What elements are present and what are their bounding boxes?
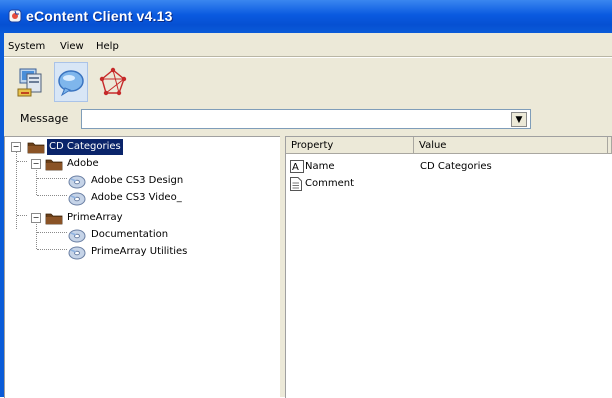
app-icon [8,9,22,23]
collapse-toggle[interactable]: − [11,142,21,152]
cd-disc-icon [68,246,86,260]
tree-connector [36,168,37,195]
tree-label-item: Documentation [91,229,169,240]
messages-button[interactable] [54,62,88,102]
tree-label-item: PrimeArray Utilities [91,246,188,257]
svg-text:A: A [292,162,299,173]
tree-label-primearray: PrimeArray [67,212,123,223]
chat-bubble-icon [58,70,84,97]
folder-icon [45,213,63,225]
property-name: Name [305,161,335,172]
tree-connector [36,222,37,249]
title-bar[interactable]: eContent Client v4.13 [0,0,612,33]
computer-icon [17,68,42,97]
cd-disc-icon [68,192,86,206]
tree-connector [37,249,67,250]
collapse-toggle[interactable]: − [31,213,41,223]
tree-connector [17,215,27,216]
tree-label-adobe: Adobe [67,158,99,169]
column-header-value[interactable]: Value [414,137,608,154]
message-label: Message [20,112,69,125]
folder-icon [45,159,63,171]
network-button[interactable] [96,62,130,102]
tree-label-root: CD Categories [47,139,123,155]
note-icon [290,177,302,191]
column-header-property[interactable]: Property [286,137,414,154]
tree-connector [17,161,27,162]
menu-view[interactable]: View [60,41,84,52]
connect-button[interactable] [14,62,48,102]
menu-system[interactable]: System [8,41,45,52]
network-icon [99,67,127,96]
tree-label-item: Adobe CS3 Video_ [91,192,182,203]
tree-connector [16,151,17,229]
tree-label-item: Adobe CS3 Design [91,175,184,186]
tree-pane[interactable]: − CD Categories − Adobe Adobe CS3 Design… [4,136,281,398]
toolbar-separator [4,56,612,58]
tree-connector [37,178,67,179]
window-title: eContent Client v4.13 [26,8,173,24]
collapse-toggle[interactable]: − [31,159,41,169]
column-header-filler [608,137,612,154]
text-field-icon: A [290,160,304,173]
folder-icon [27,142,45,154]
cd-disc-icon [68,229,86,243]
chevron-down-icon: ▼ [515,115,523,125]
cd-disc-icon [68,175,86,189]
message-dropdown-button[interactable]: ▼ [511,112,527,127]
menu-help[interactable]: Help [96,41,119,52]
property-name: Comment [305,178,354,189]
tree-connector [37,195,67,196]
message-input[interactable] [81,109,531,129]
property-value: CD Categories [420,161,492,172]
tree-connector [37,232,67,233]
